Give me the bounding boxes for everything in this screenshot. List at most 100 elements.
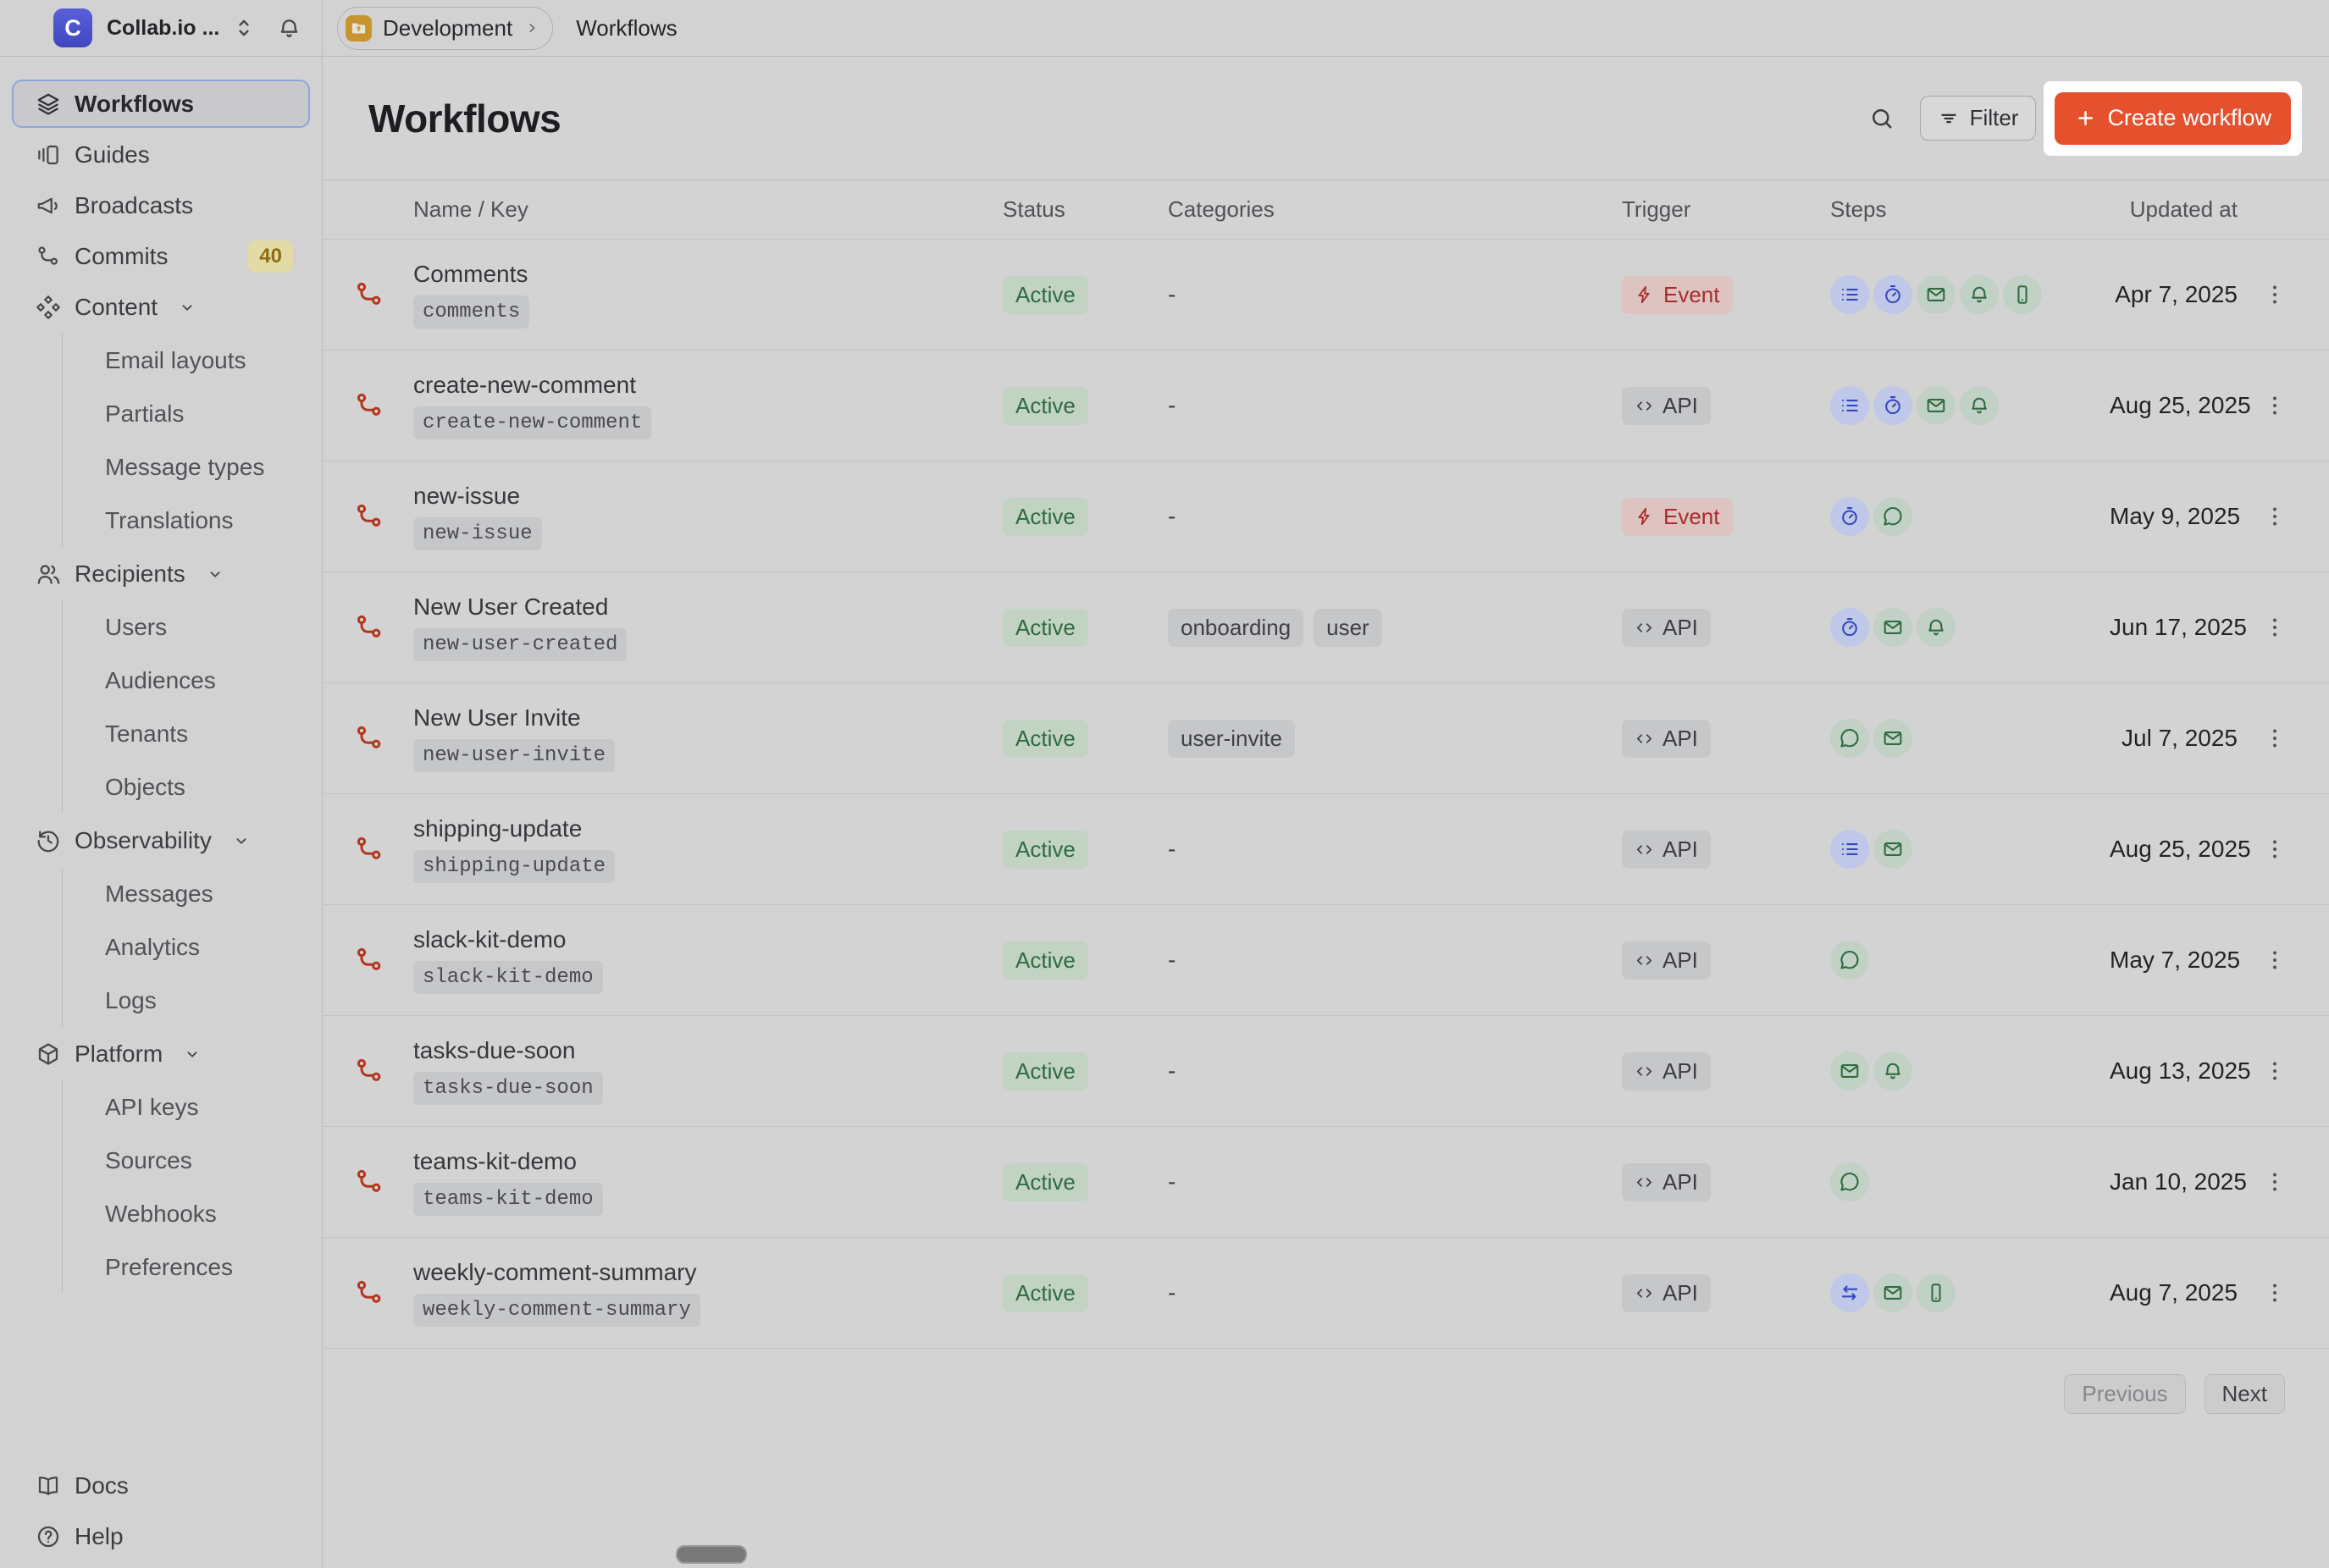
- sidebar-item-email-layouts[interactable]: Email layouts: [63, 334, 322, 387]
- sidebar-item-label: Commits: [75, 243, 168, 270]
- status-badge: Active: [1003, 1052, 1088, 1090]
- table-row[interactable]: weekly-comment-summaryweekly-comment-sum…: [323, 1238, 2329, 1349]
- sidebar-item-guides[interactable]: Guides: [12, 130, 310, 179]
- sidebar-item-workflows[interactable]: Workflows: [12, 80, 310, 128]
- sidebar-item-logs[interactable]: Logs: [63, 974, 322, 1027]
- sidebar-item-label: Guides: [75, 141, 150, 168]
- content-icon: [36, 295, 61, 320]
- row-menu-button[interactable]: [2249, 504, 2300, 529]
- main-content: Workflows Filter Create workflow Name / …: [323, 57, 2329, 1568]
- horizontal-scrollbar-thumb[interactable]: [676, 1545, 747, 1564]
- environment-folder-icon: [346, 15, 372, 41]
- table-search-button[interactable]: [1869, 106, 1895, 131]
- list-icon: [1839, 284, 1861, 306]
- sidebar-item-label: Docs: [75, 1472, 129, 1499]
- row-menu-button[interactable]: [2249, 726, 2300, 751]
- step-timer-icon: [1873, 275, 1912, 314]
- trigger-badge-api: API: [1622, 1163, 1711, 1201]
- table-row[interactable]: CommentscommentsActive-EventApr 7, 2025: [323, 240, 2329, 351]
- row-menu-button[interactable]: [2249, 836, 2300, 862]
- sidebar-item-audiences[interactable]: Audiences: [63, 654, 322, 707]
- sidebar-item-tenants[interactable]: Tenants: [63, 707, 322, 760]
- search-icon: [1869, 106, 1895, 131]
- sidebar-item-partials[interactable]: Partials: [63, 387, 322, 440]
- row-menu-button[interactable]: [2249, 282, 2300, 307]
- code-icon: [1635, 951, 1654, 970]
- empty-categories: -: [1168, 1168, 1176, 1195]
- row-menu-button[interactable]: [2249, 1280, 2300, 1306]
- row-menu-button[interactable]: [2249, 947, 2300, 973]
- table-row[interactable]: tasks-due-soontasks-due-soonActive-APIAu…: [323, 1016, 2329, 1127]
- table-row[interactable]: create-new-commentcreate-new-commentActi…: [323, 351, 2329, 461]
- sidebar-item-observability[interactable]: Observability: [12, 816, 310, 864]
- sidebar-item-sources[interactable]: Sources: [63, 1134, 322, 1187]
- row-menu-button[interactable]: [2249, 615, 2300, 640]
- column-header-categories: Categories: [1168, 196, 1622, 223]
- sidebar-item-recipients[interactable]: Recipients: [12, 549, 310, 598]
- row-menu-button[interactable]: [2249, 393, 2300, 418]
- updated-at: Jun 17, 2025: [2110, 614, 2249, 641]
- kebab-icon: [2262, 1169, 2288, 1195]
- environment-selector[interactable]: Development: [337, 7, 553, 50]
- sidebar-item-broadcasts[interactable]: Broadcasts: [12, 181, 310, 229]
- sidebar-item-objects[interactable]: Objects: [63, 760, 322, 814]
- create-workflow-button[interactable]: Create workflow: [2055, 92, 2291, 145]
- timer-icon: [1839, 505, 1861, 527]
- row-menu-button[interactable]: [2249, 1058, 2300, 1084]
- sidebar-item-content[interactable]: Content: [12, 283, 310, 331]
- table-row[interactable]: New User Invitenew-user-inviteActiveuser…: [323, 683, 2329, 794]
- bell-icon: [277, 16, 301, 41]
- sidebar-item-users[interactable]: Users: [63, 600, 322, 654]
- sidebar-item-label: Platform: [75, 1041, 163, 1068]
- workspace-select-button[interactable]: [231, 15, 257, 41]
- empty-categories: -: [1168, 836, 1176, 863]
- sidebar-item-messages[interactable]: Messages: [63, 867, 322, 920]
- sidebar-item-commits[interactable]: Commits 40: [12, 232, 310, 280]
- commit-icon: [354, 945, 384, 975]
- workflow-key: new-user-created: [413, 628, 627, 661]
- next-button[interactable]: Next: [2205, 1374, 2285, 1414]
- workflow-icon: [354, 1278, 413, 1308]
- step-list-icon: [1830, 830, 1869, 869]
- kebab-icon: [2262, 726, 2288, 751]
- sidebar-item-webhooks[interactable]: Webhooks: [63, 1187, 322, 1240]
- table-row[interactable]: shipping-updateshipping-updateActive-API…: [323, 794, 2329, 905]
- filter-button[interactable]: Filter: [1920, 96, 2037, 141]
- previous-button[interactable]: Previous: [2064, 1374, 2185, 1414]
- sidebar-item-help[interactable]: Help: [12, 1512, 310, 1560]
- sidebar-item-preferences[interactable]: Preferences: [63, 1240, 322, 1294]
- step-swap-icon: [1830, 1273, 1869, 1312]
- commits-count-badge: 40: [248, 240, 293, 273]
- history-icon: [36, 828, 61, 853]
- workflow-key: create-new-comment: [413, 406, 651, 439]
- sidebar-item-platform[interactable]: Platform: [12, 1030, 310, 1078]
- plus-icon: [2074, 107, 2097, 130]
- updated-at: May 9, 2025: [2110, 503, 2249, 530]
- updated-at: Aug 25, 2025: [2110, 836, 2249, 863]
- code-icon: [1635, 840, 1654, 859]
- table-row[interactable]: teams-kit-demoteams-kit-demoActive-APIJa…: [323, 1127, 2329, 1238]
- sidebar-item-message-types[interactable]: Message types: [63, 440, 322, 494]
- updated-at: Aug 7, 2025: [2110, 1279, 2249, 1306]
- trigger-badge-api: API: [1622, 720, 1711, 758]
- sidebar-item-docs[interactable]: Docs: [12, 1461, 310, 1510]
- sidebar-item-api-keys[interactable]: API keys: [63, 1080, 322, 1134]
- notifications-button[interactable]: [277, 16, 301, 41]
- step-bell-icon: [1960, 386, 1999, 425]
- help-icon: [36, 1524, 61, 1549]
- table-row[interactable]: New User Creatednew-user-createdActiveon…: [323, 572, 2329, 683]
- table-row[interactable]: new-issuenew-issueActive-EventMay 9, 202…: [323, 461, 2329, 572]
- org-logo[interactable]: C: [53, 8, 92, 47]
- step-bell-icon: [1917, 608, 1956, 647]
- sidebar-item-analytics[interactable]: Analytics: [63, 920, 322, 974]
- commit-icon: [354, 1056, 384, 1086]
- step-chat-icon: [1873, 497, 1912, 536]
- email-icon: [1839, 1060, 1861, 1082]
- list-icon: [1839, 838, 1861, 860]
- table-row[interactable]: slack-kit-demoslack-kit-demoActive-APIMa…: [323, 905, 2329, 1016]
- code-icon: [1635, 1284, 1654, 1303]
- workflow-key: slack-kit-demo: [413, 961, 603, 994]
- sidebar-item-translations[interactable]: Translations: [63, 494, 322, 547]
- sidebar-children-content: Email layoutsPartialsMessage typesTransl…: [62, 334, 322, 547]
- row-menu-button[interactable]: [2249, 1169, 2300, 1195]
